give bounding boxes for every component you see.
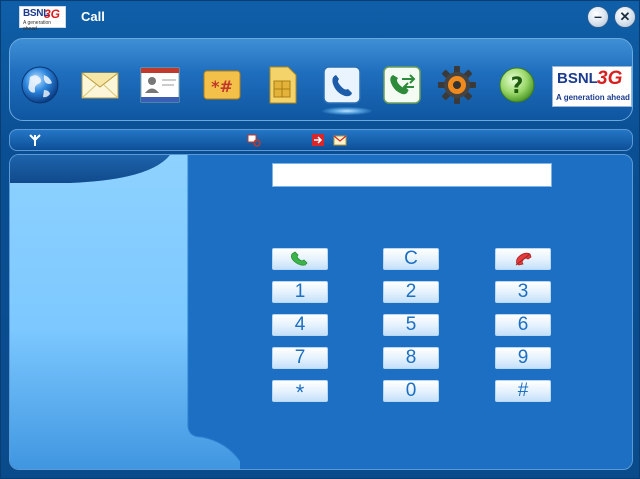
active-tool-glow bbox=[322, 107, 372, 115]
close-button[interactable]: ✕ bbox=[614, 6, 636, 28]
toolbar-call-button[interactable] bbox=[322, 65, 362, 105]
envelope-icon bbox=[81, 72, 119, 99]
logo-tagline-text: A generation ahead bbox=[556, 93, 630, 102]
signal-antenna-icon bbox=[29, 134, 41, 146]
main-toolbar: *# ? BSNL 3G A generation ahead bbox=[9, 38, 633, 121]
window-title: Call bbox=[81, 9, 105, 24]
minimize-button[interactable]: – bbox=[587, 6, 609, 28]
toolbar-help-button[interactable]: ? bbox=[497, 65, 537, 105]
sim-transfer-icon bbox=[312, 134, 324, 146]
key-label: * bbox=[295, 380, 305, 405]
logo-tech-text: 3G bbox=[597, 68, 623, 89]
svg-text:*#: *# bbox=[211, 77, 233, 96]
toolbar-settings-button[interactable] bbox=[437, 65, 477, 105]
clear-button[interactable]: C bbox=[383, 248, 439, 270]
dialer-panel: C 1 2 3 4 5 6 7 8 9 * 0 # bbox=[9, 154, 633, 470]
call-button[interactable] bbox=[272, 248, 328, 270]
sim-card-icon bbox=[269, 66, 297, 104]
network-key-icon bbox=[247, 134, 261, 147]
app-window: BSNL 3G A generation ahead Call – ✕ *# ?… bbox=[0, 0, 640, 479]
key-label: 3 bbox=[517, 281, 529, 302]
toolbar-internet-button[interactable] bbox=[20, 65, 60, 105]
key-8[interactable]: 8 bbox=[383, 347, 439, 369]
phone-icon bbox=[323, 66, 361, 104]
minimize-icon: – bbox=[594, 8, 602, 24]
key-9[interactable]: 9 bbox=[495, 347, 551, 369]
key-label: C bbox=[404, 248, 418, 269]
key-6[interactable]: 6 bbox=[495, 314, 551, 336]
bsnl-logo-large: BSNL 3G A generation ahead bbox=[552, 66, 632, 107]
key-label: 1 bbox=[294, 281, 306, 302]
close-icon: ✕ bbox=[619, 9, 631, 24]
key-label: 7 bbox=[294, 347, 306, 368]
key-5[interactable]: 5 bbox=[383, 314, 439, 336]
key-star[interactable]: * bbox=[272, 380, 328, 405]
toolbar-ussd-button[interactable]: *# bbox=[202, 65, 242, 105]
status-bar bbox=[9, 129, 633, 151]
phone-handset-graphic bbox=[10, 155, 240, 469]
help-icon: ? bbox=[499, 67, 535, 103]
key-label: 6 bbox=[517, 314, 529, 335]
key-label: 5 bbox=[405, 314, 417, 335]
title-bar: BSNL 3G A generation ahead Call – ✕ bbox=[1, 1, 640, 33]
key-hash[interactable]: # bbox=[495, 380, 551, 402]
hangup-button[interactable] bbox=[495, 248, 551, 270]
key-3[interactable]: 3 bbox=[495, 281, 551, 303]
logo-tagline-text: A generation ahead bbox=[23, 20, 52, 32]
call-transfer-icon bbox=[383, 66, 421, 104]
hangup-red-icon bbox=[515, 252, 532, 266]
logo-brand-text: BSNL bbox=[557, 70, 598, 87]
key-label: # bbox=[517, 380, 529, 401]
key-label: 2 bbox=[405, 281, 417, 302]
globe-icon bbox=[21, 66, 59, 104]
contact-card-icon bbox=[140, 67, 180, 103]
star-hash-icon: *# bbox=[203, 70, 241, 100]
key-label: 4 bbox=[294, 314, 306, 335]
phone-number-input[interactable] bbox=[272, 163, 552, 187]
toolbar-sim-button[interactable] bbox=[262, 65, 302, 105]
key-4[interactable]: 4 bbox=[272, 314, 328, 336]
new-message-icon bbox=[333, 135, 347, 146]
key-label: 9 bbox=[517, 347, 529, 368]
key-2[interactable]: 2 bbox=[383, 281, 439, 303]
toolbar-contacts-button[interactable] bbox=[140, 65, 180, 105]
key-7[interactable]: 7 bbox=[272, 347, 328, 369]
gear-icon bbox=[438, 66, 476, 104]
bsnl-logo-small: BSNL 3G A generation ahead bbox=[19, 6, 66, 32]
svg-text:?: ? bbox=[511, 74, 524, 99]
key-label: 0 bbox=[405, 380, 417, 401]
key-1[interactable]: 1 bbox=[272, 281, 328, 303]
toolbar-call-log-button[interactable] bbox=[382, 65, 422, 105]
toolbar-messages-button[interactable] bbox=[80, 65, 120, 105]
logo-tech-text: 3G bbox=[44, 7, 61, 21]
call-green-icon bbox=[291, 251, 308, 266]
key-0[interactable]: 0 bbox=[383, 380, 439, 402]
key-label: 8 bbox=[405, 347, 417, 368]
